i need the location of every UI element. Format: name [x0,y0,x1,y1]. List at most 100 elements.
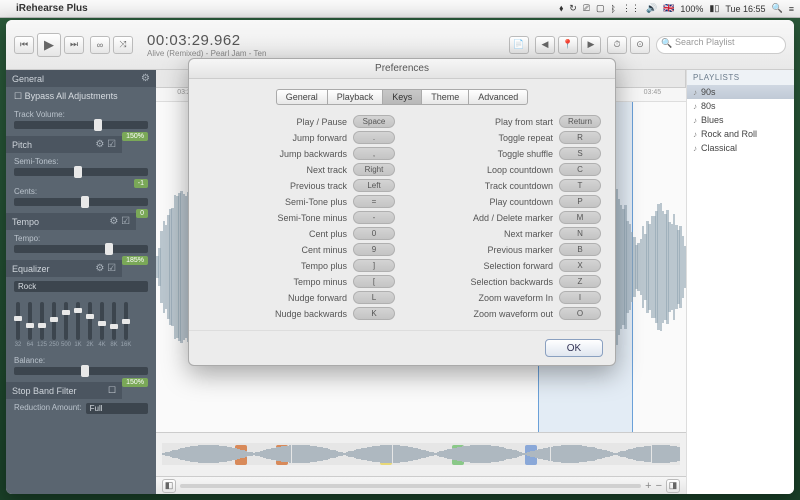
key-field[interactable]: C [559,163,601,176]
key-field[interactable]: L [353,291,395,304]
key-field[interactable]: Space [353,115,395,128]
volume-icon[interactable]: 🔊 [646,3,657,14]
battery-icon[interactable]: ▮▯ [709,3,719,14]
section-equalizer[interactable]: Equalizer⚙ ☑ [6,260,122,277]
toggle-right-panel-button[interactable]: ◨ [666,479,680,493]
key-field[interactable]: O [559,307,601,320]
eq-band-slider[interactable] [52,302,56,340]
zoom-out-button[interactable]: − [656,480,662,492]
notifications-icon[interactable]: ≡ [789,4,794,14]
key-label: Play / Pause [296,117,347,127]
zoom-in-button[interactable]: + [645,480,651,492]
pref-tab-keys[interactable]: Keys [382,89,421,105]
key-field[interactable]: Right [353,163,395,176]
tempo-slider[interactable] [14,245,148,253]
key-field[interactable]: . [353,131,395,144]
timer-button[interactable]: ⏱ [607,36,627,54]
playlist-item[interactable]: ♪Rock and Roll [687,127,794,141]
key-field[interactable]: 0 [353,227,395,240]
eq-band-slider[interactable] [16,302,20,340]
semitone-slider[interactable] [14,168,148,176]
flag-icon[interactable]: 🇬🇧 [663,3,674,14]
countdown-button[interactable]: ⊙ [630,36,650,54]
key-field[interactable]: B [559,243,601,256]
key-field[interactable]: = [353,195,395,208]
key-field[interactable]: S [559,147,601,160]
section-pitch[interactable]: Pitch⚙ ☑ [6,136,122,153]
eq-band-slider[interactable] [40,302,44,340]
gear-icon[interactable]: ⚙ [141,73,150,84]
balance-slider[interactable] [14,367,148,375]
playlist-item[interactable]: ♪80s [687,99,794,113]
repeat-button[interactable]: ∞ [90,36,110,54]
track-volume-slider[interactable] [14,121,148,129]
pref-tab-theme[interactable]: Theme [421,89,468,105]
shuffle-button[interactable]: ⤨ [113,36,133,54]
key-field[interactable]: P [559,195,601,208]
key-field[interactable]: ] [353,259,395,272]
overview-waveform[interactable] [156,432,686,476]
eq-preset-select[interactable]: Rock [14,281,148,292]
sync-icon[interactable]: ↻ [569,3,577,14]
toggle-left-panel-button[interactable]: ◧ [162,479,176,493]
gear-icon[interactable]: ⚙ ☑ [95,263,116,274]
pref-tab-playback[interactable]: Playback [327,89,383,105]
pref-tab-advanced[interactable]: Advanced [468,89,528,105]
key-field[interactable]: X [559,259,601,272]
rewind-button[interactable]: ⏮ [14,36,34,54]
eq-band-slider[interactable] [100,302,104,340]
next-marker-button[interactable]: ▶ [581,36,601,54]
key-field[interactable]: Return [559,115,601,128]
forward-button[interactable]: ⏭ [64,36,84,54]
eq-band-slider[interactable] [124,302,128,340]
key-field[interactable]: K [353,307,395,320]
checkbox-icon[interactable]: ☐ [108,385,116,396]
gear-icon[interactable]: ⚙ ☑ [109,216,130,227]
pref-tab-general[interactable]: General [276,89,327,105]
key-field[interactable]: M [559,211,601,224]
section-tempo[interactable]: Tempo⚙ ☑ [6,213,136,230]
prev-marker-button[interactable]: ◀ [535,36,555,54]
dropbox-icon[interactable]: ⬧ [559,3,563,14]
key-label: Semi-Tone minus [277,213,347,223]
gear-icon[interactable]: ⚙ ☑ [95,139,116,150]
eq-band-slider[interactable] [88,302,92,340]
playlist-item[interactable]: ♪90s [687,85,794,99]
app-name[interactable]: iRehearse Plus [16,3,98,14]
key-field[interactable]: R [559,131,601,144]
eq-band-slider[interactable] [112,302,116,340]
wifi-icon[interactable]: ⋮⋮ [622,3,640,14]
bluetooth-icon[interactable]: ᛒ [611,4,616,14]
play-button[interactable]: ▶ [37,33,61,57]
cents-slider[interactable] [14,198,148,206]
ok-button[interactable]: OK [545,339,603,357]
key-field[interactable]: Z [559,275,601,288]
key-field[interactable]: 9 [353,243,395,256]
key-field[interactable]: - [353,211,395,224]
key-label: Add / Delete marker [473,213,553,223]
airplay-icon[interactable]: ▢ [596,3,605,14]
section-stopband[interactable]: Stop Band Filter☐ [6,382,122,399]
eq-band-slider[interactable] [76,302,80,340]
eq-band-slider[interactable] [64,302,68,340]
marker-button[interactable]: 📍 [558,36,578,54]
key-field[interactable]: [ [353,275,395,288]
key-field[interactable]: N [559,227,601,240]
key-field[interactable]: T [559,179,601,192]
zoom-slider[interactable] [180,484,641,488]
eq-band-slider[interactable] [28,302,32,340]
reduction-select[interactable]: Full [86,403,148,414]
section-general[interactable]: General⚙ [6,70,156,87]
key-field[interactable]: I [559,291,601,304]
playlist-item[interactable]: ♪Blues [687,113,794,127]
key-field[interactable]: Left [353,179,395,192]
spotlight-icon[interactable]: 🔍 [772,3,783,14]
document-button[interactable]: 📄 [509,36,529,54]
display-icon[interactable]: ⎚ [583,3,590,14]
bypass-checkbox[interactable]: ☐ Bypass All Adjustments [14,91,118,101]
key-field[interactable]: , [353,147,395,160]
battery-text: 100% [680,4,703,14]
playlist-item[interactable]: ♪Classical [687,141,794,155]
search-input[interactable]: Search Playlist [656,36,786,54]
clock[interactable]: Tue 16:55 [725,4,765,14]
